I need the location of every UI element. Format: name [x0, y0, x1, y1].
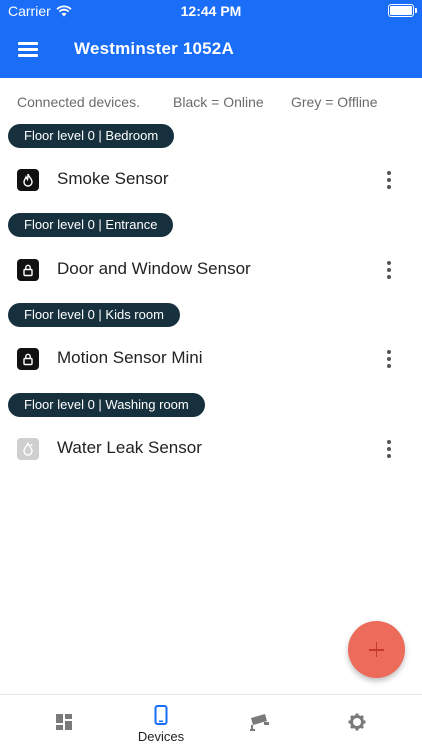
status-time: 12:44 PM	[180, 3, 242, 19]
droplet-icon	[17, 438, 39, 460]
location-badge: Floor level 0 | Kids room	[8, 303, 180, 327]
more-options-icon[interactable]	[380, 166, 398, 194]
bottom-navigation: Devices	[0, 694, 422, 750]
lock-icon	[17, 259, 39, 281]
hamburger-menu-button[interactable]	[18, 40, 40, 58]
phone-icon	[154, 705, 168, 725]
dashboard-icon	[56, 714, 72, 730]
device-row-motion-sensor-mini[interactable]: Motion Sensor Mini	[0, 339, 422, 379]
device-name: Door and Window Sensor	[57, 259, 251, 278]
location-badge: Floor level 0 | Entrance	[8, 213, 174, 237]
tab-devices-label: Devices	[137, 729, 185, 744]
device-row-smoke-sensor[interactable]: Smoke Sensor	[0, 160, 422, 200]
cctv-camera-icon	[250, 714, 269, 731]
device-name: Water Leak Sensor	[57, 438, 202, 457]
gear-icon	[348, 713, 366, 731]
legend-connected: Connected devices.	[17, 94, 140, 110]
battery-icon	[388, 4, 417, 17]
page-title: Westminster 1052A	[74, 39, 234, 58]
more-options-icon[interactable]	[380, 435, 398, 463]
add-device-button[interactable]	[348, 621, 405, 678]
tab-cameras[interactable]	[210, 695, 310, 750]
device-row-door-window-sensor[interactable]: Door and Window Sensor	[0, 250, 422, 290]
status-bar: Carrier 12:44 PM	[0, 0, 422, 22]
device-name: Smoke Sensor	[57, 169, 169, 188]
location-badge: Floor level 0 | Washing room	[8, 393, 205, 417]
more-options-icon[interactable]	[380, 345, 398, 373]
tab-settings[interactable]	[307, 695, 407, 750]
tab-devices[interactable]: Devices	[111, 695, 211, 750]
location-badge: Floor level 0 | Bedroom	[8, 124, 175, 148]
device-name: Motion Sensor Mini	[57, 348, 203, 367]
more-options-icon[interactable]	[380, 256, 398, 284]
legend-online: Black = Online	[173, 94, 264, 110]
app-header: Carrier 12:44 PM Westminster 1052A	[0, 0, 422, 78]
device-row-water-leak-sensor[interactable]: Water Leak Sensor	[0, 429, 422, 469]
lock-icon	[17, 348, 39, 370]
flame-icon	[17, 169, 39, 191]
legend-offline: Grey = Offline	[291, 94, 378, 110]
app-bar: Westminster 1052A	[0, 22, 422, 78]
tab-dashboard[interactable]	[14, 695, 114, 750]
